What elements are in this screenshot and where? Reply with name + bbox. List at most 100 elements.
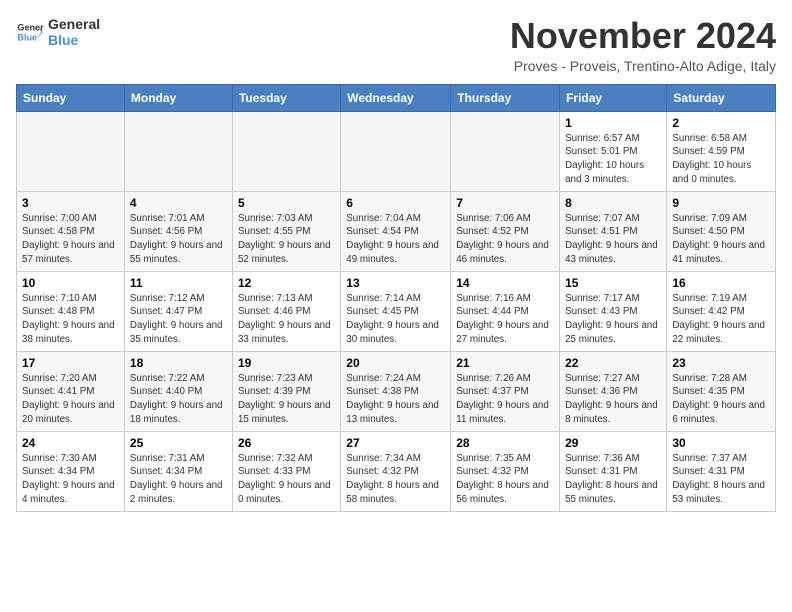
cell-info: Sunrise: 7:22 AMSunset: 4:40 PMDaylight:… [130, 372, 227, 427]
day-number: 30 [672, 436, 770, 450]
header-wednesday: Wednesday [341, 84, 451, 111]
day-number: 9 [672, 196, 770, 210]
cell-info: Sunrise: 7:00 AMSunset: 4:58 PMDaylight:… [22, 212, 119, 267]
calendar-cell [451, 111, 560, 191]
calendar-cell: 6Sunrise: 7:04 AMSunset: 4:54 PMDaylight… [341, 191, 451, 271]
svg-text:General: General [17, 23, 44, 33]
cell-info: Sunrise: 7:37 AMSunset: 4:31 PMDaylight:… [672, 452, 770, 507]
day-number: 20 [346, 356, 445, 370]
calendar-cell: 9 Sunrise: 7:09 AMSunset: 4:50 PMDaylight… [667, 191, 776, 271]
day-number: 16 [672, 276, 770, 290]
day-number: 13 [346, 276, 445, 290]
cell-info: Sunrise: 7:36 AMSunset: 4:31 PMDaylight:… [565, 452, 661, 507]
calendar-cell: 29 Sunrise: 7:36 AMSunset: 4:31 PMDayligh… [560, 431, 667, 511]
day-number: 28 [456, 436, 554, 450]
calendar-cell: 15 Sunrise: 7:17 AMSunset: 4:43 PMDayligh… [560, 271, 667, 351]
cell-info: Sunrise: 7:07 AMSunset: 4:51 PMDaylight:… [565, 212, 661, 267]
page-header: General Blue General Blue November 2024 … [16, 16, 776, 74]
cell-info: Sunrise: 7:12 AMSunset: 4:47 PMDaylight:… [130, 292, 227, 347]
header-thursday: Thursday [451, 84, 560, 111]
day-number: 4 [130, 196, 227, 210]
calendar-cell: 21Sunrise: 7:26 AMSunset: 4:37 PMDayligh… [451, 351, 560, 431]
day-number: 25 [130, 436, 227, 450]
calendar-cell: 30 Sunrise: 7:37 AMSunset: 4:31 PMDayligh… [667, 431, 776, 511]
day-number: 14 [456, 276, 554, 290]
cell-info: Sunrise: 7:14 AMSunset: 4:45 PMDaylight:… [346, 292, 445, 347]
day-number: 8 [565, 196, 661, 210]
calendar-cell: 27Sunrise: 7:34 AMSunset: 4:32 PMDayligh… [341, 431, 451, 511]
cell-info: Sunrise: 7:17 AMSunset: 4:43 PMDaylight:… [565, 292, 661, 347]
cell-info: Sunrise: 7:10 AMSunset: 4:48 PMDaylight:… [22, 292, 119, 347]
day-number: 5 [238, 196, 335, 210]
day-number: 6 [346, 196, 445, 210]
cell-info: Sunrise: 7:19 AMSunset: 4:42 PMDaylight:… [672, 292, 770, 347]
month-title: November 2024 [510, 16, 776, 56]
cell-info: Sunrise: 7:30 AMSunset: 4:34 PMDaylight:… [22, 452, 119, 507]
cell-info: Sunrise: 7:32 AMSunset: 4:33 PMDaylight:… [238, 452, 335, 507]
calendar-cell [232, 111, 340, 191]
calendar-cell: 12 Sunrise: 7:13 AMSunset: 4:46 PMDayligh… [232, 271, 340, 351]
calendar-cell: 8 Sunrise: 7:07 AMSunset: 4:51 PMDaylight… [560, 191, 667, 271]
week-row-2: 10Sunrise: 7:10 AMSunset: 4:48 PMDayligh… [17, 271, 776, 351]
cell-info: Sunrise: 7:23 AMSunset: 4:39 PMDaylight:… [238, 372, 335, 427]
day-number: 7 [456, 196, 554, 210]
calendar-cell: 25 Sunrise: 7:31 AMSunset: 4:34 PMDayligh… [124, 431, 232, 511]
week-row-0: 1 Sunrise: 6:57 AMSunset: 5:01 PMDaylight… [17, 111, 776, 191]
cell-info: Sunrise: 6:57 AMSunset: 5:01 PMDaylight:… [565, 132, 661, 187]
cell-info: Sunrise: 7:09 AMSunset: 4:50 PMDaylight:… [672, 212, 770, 267]
header-friday: Friday [560, 84, 667, 111]
week-row-3: 17 Sunrise: 7:20 AMSunset: 4:41 PMDayligh… [17, 351, 776, 431]
calendar-body: 1 Sunrise: 6:57 AMSunset: 5:01 PMDaylight… [17, 111, 776, 511]
day-number: 29 [565, 436, 661, 450]
calendar-cell [341, 111, 451, 191]
calendar-cell: 13 Sunrise: 7:14 AMSunset: 4:45 PMDayligh… [341, 271, 451, 351]
calendar-cell: 7 Sunrise: 7:06 AMSunset: 4:52 PMDaylight… [451, 191, 560, 271]
day-number: 1 [565, 116, 661, 130]
calendar-cell: 28 Sunrise: 7:35 AMSunset: 4:32 PMDayligh… [451, 431, 560, 511]
cell-info: Sunrise: 7:28 AMSunset: 4:35 PMDaylight:… [672, 372, 770, 427]
cell-info: Sunrise: 6:58 AMSunset: 4:59 PMDaylight:… [672, 132, 770, 187]
logo-line1: General [48, 16, 100, 32]
calendar-cell: 18 Sunrise: 7:22 AMSunset: 4:40 PMDayligh… [124, 351, 232, 431]
cell-info: Sunrise: 7:01 AMSunset: 4:56 PMDaylight:… [130, 212, 227, 267]
day-number: 23 [672, 356, 770, 370]
calendar-cell: 10Sunrise: 7:10 AMSunset: 4:48 PMDayligh… [17, 271, 125, 351]
calendar-cell: 24Sunrise: 7:30 AMSunset: 4:34 PMDayligh… [17, 431, 125, 511]
logo-icon: General Blue [16, 18, 44, 46]
day-number: 12 [238, 276, 335, 290]
day-number: 11 [130, 276, 227, 290]
cell-info: Sunrise: 7:16 AMSunset: 4:44 PMDaylight:… [456, 292, 554, 347]
calendar-cell: 4 Sunrise: 7:01 AMSunset: 4:56 PMDaylight… [124, 191, 232, 271]
week-row-1: 3 Sunrise: 7:00 AMSunset: 4:58 PMDaylight… [17, 191, 776, 271]
cell-info: Sunrise: 7:13 AMSunset: 4:46 PMDaylight:… [238, 292, 335, 347]
day-number: 3 [22, 196, 119, 210]
cell-info: Sunrise: 7:24 AMSunset: 4:38 PMDaylight:… [346, 372, 445, 427]
calendar-cell: 17 Sunrise: 7:20 AMSunset: 4:41 PMDayligh… [17, 351, 125, 431]
calendar-cell: 20 Sunrise: 7:24 AMSunset: 4:38 PMDayligh… [341, 351, 451, 431]
calendar-cell: 2 Sunrise: 6:58 AMSunset: 4:59 PMDaylight… [667, 111, 776, 191]
calendar-table: SundayMondayTuesdayWednesdayThursdayFrid… [16, 84, 776, 512]
calendar-cell: 23 Sunrise: 7:28 AMSunset: 4:35 PMDayligh… [667, 351, 776, 431]
calendar-cell: 22Sunrise: 7:27 AMSunset: 4:36 PMDayligh… [560, 351, 667, 431]
calendar-cell: 16 Sunrise: 7:19 AMSunset: 4:42 PMDayligh… [667, 271, 776, 351]
cell-info: Sunrise: 7:35 AMSunset: 4:32 PMDaylight:… [456, 452, 554, 507]
calendar-cell: 26Sunrise: 7:32 AMSunset: 4:33 PMDayligh… [232, 431, 340, 511]
location-subtitle: Proves - Proveis, Trentino-Alto Adige, I… [510, 58, 776, 74]
calendar-cell: 14 Sunrise: 7:16 AMSunset: 4:44 PMDayligh… [451, 271, 560, 351]
cell-info: Sunrise: 7:31 AMSunset: 4:34 PMDaylight:… [130, 452, 227, 507]
day-number: 2 [672, 116, 770, 130]
day-number: 19 [238, 356, 335, 370]
cell-info: Sunrise: 7:27 AMSunset: 4:36 PMDaylight:… [565, 372, 661, 427]
cell-info: Sunrise: 7:06 AMSunset: 4:52 PMDaylight:… [456, 212, 554, 267]
logo-line2: Blue [48, 32, 100, 48]
day-number: 18 [130, 356, 227, 370]
cell-info: Sunrise: 7:20 AMSunset: 4:41 PMDaylight:… [22, 372, 119, 427]
cell-info: Sunrise: 7:34 AMSunset: 4:32 PMDaylight:… [346, 452, 445, 507]
cell-info: Sunrise: 7:03 AMSunset: 4:55 PMDaylight:… [238, 212, 335, 267]
day-number: 15 [565, 276, 661, 290]
header-saturday: Saturday [667, 84, 776, 111]
calendar-header-row: SundayMondayTuesdayWednesdayThursdayFrid… [17, 84, 776, 111]
day-number: 17 [22, 356, 119, 370]
calendar-cell: 1 Sunrise: 6:57 AMSunset: 5:01 PMDaylight… [560, 111, 667, 191]
header-monday: Monday [124, 84, 232, 111]
